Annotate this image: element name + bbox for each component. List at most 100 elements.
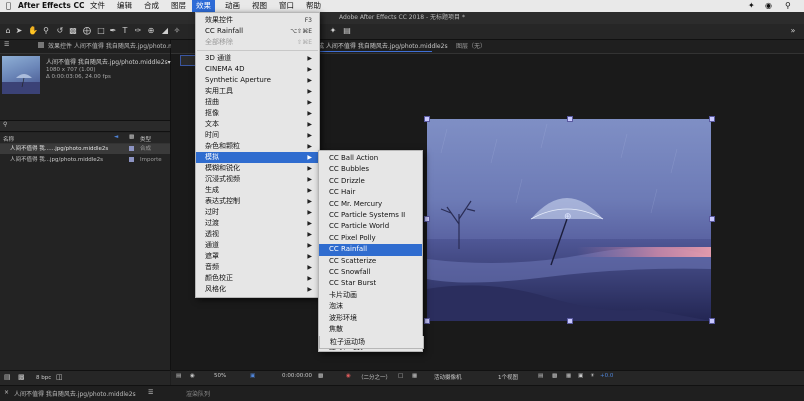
type-tool-icon[interactable]: T: [120, 26, 130, 36]
menu-composition[interactable]: 合成: [140, 0, 163, 12]
resolution-dropdown[interactable]: （二分之一）: [358, 373, 391, 381]
delete-icon[interactable]: ◫: [56, 373, 63, 381]
current-time[interactable]: 0:00:00:00: [282, 373, 312, 379]
menu-item-time[interactable]: 时间 ▶: [196, 130, 319, 141]
search-icon[interactable]: ⚲: [785, 1, 791, 10]
menu-item-color-correction[interactable]: 颜色校正 ▶: [196, 273, 319, 284]
toggle-pixel-aspect-icon[interactable]: ▤: [538, 373, 543, 379]
camera-tool-icon[interactable]: ▩: [68, 26, 78, 36]
panel-menu-icon[interactable]: ☰: [4, 41, 9, 48]
eraser-tool-icon[interactable]: ◢: [160, 26, 170, 36]
column-name[interactable]: 名称: [3, 135, 14, 143]
flowchart-icon[interactable]: ▣: [578, 373, 583, 379]
menu-window[interactable]: 窗口: [275, 0, 298, 12]
transform-handle[interactable]: [567, 116, 573, 122]
snapping-options-icon[interactable]: ▤: [342, 26, 352, 36]
project-row[interactable]: 人间不值得 我......jpg/photo.middle2s 合成: [0, 144, 170, 154]
close-tab-icon[interactable]: ×: [4, 389, 9, 396]
menu-item-3d-channel[interactable]: 3D 通道 ▶: [196, 53, 319, 64]
camera-dropdown[interactable]: 活动摄像机: [434, 373, 462, 381]
region-of-interest-icon[interactable]: □: [398, 373, 403, 379]
submenu-item-cc-rainfall[interactable]: CC Rainfall: [319, 244, 422, 256]
menu-item-obsolete[interactable]: 过时 ▶: [196, 207, 319, 218]
menu-item-simulation[interactable]: 模拟 ▶: [196, 152, 319, 163]
submenu-item-cc-hair[interactable]: CC Hair: [319, 187, 422, 198]
rectangle-tool-icon[interactable]: □: [96, 26, 106, 36]
pan-behind-tool-icon[interactable]: ⨁: [82, 26, 92, 36]
menu-file[interactable]: 文件: [86, 0, 109, 12]
menu-help[interactable]: 帮助: [302, 0, 325, 12]
menu-item-transition[interactable]: 过渡 ▶: [196, 218, 319, 229]
composition-tab[interactable]: 合成 人间不值得 我自随风去.jpg/photo.middle2s: [312, 41, 448, 50]
anchor-point-icon[interactable]: ⊕: [564, 212, 572, 222]
reset-exposure-icon[interactable]: ☀: [590, 373, 595, 379]
menu-item-noise-grain[interactable]: 杂色和颗粒 ▶: [196, 141, 319, 152]
submenu-item-card-dance[interactable]: 卡片动画: [319, 290, 422, 301]
wifi-icon[interactable]: ◉: [765, 1, 772, 10]
zoom-tool-icon[interactable]: ⚲: [41, 26, 51, 36]
submenu-item-caustics[interactable]: 焦散: [319, 324, 422, 335]
zoom-dropdown[interactable]: 50%: [214, 373, 226, 379]
submenu-item-cc-ball-action[interactable]: CC Ball Action: [319, 153, 422, 164]
brush-tool-icon[interactable]: ✑: [133, 26, 143, 36]
menu-item-keying[interactable]: 抠像 ▶: [196, 108, 319, 119]
roto-brush-tool-icon[interactable]: ✧: [172, 26, 182, 36]
transform-handle[interactable]: [709, 116, 715, 122]
transform-handle[interactable]: [424, 216, 430, 222]
submenu-item-cc-snowfall[interactable]: CC Snowfall: [319, 267, 422, 278]
timeline-icon[interactable]: ▦: [566, 373, 571, 379]
menu-item-text[interactable]: 文本 ▶: [196, 119, 319, 130]
rotate-tool-icon[interactable]: ↺: [55, 26, 65, 36]
transform-handle[interactable]: [709, 318, 715, 324]
menu-item-utility[interactable]: 实用工具 ▶: [196, 86, 319, 97]
menu-animation[interactable]: 动画: [221, 0, 244, 12]
camera-snapshot-icon[interactable]: ▩: [318, 373, 323, 379]
transform-handle[interactable]: [424, 318, 430, 324]
menu-item-effect-controls[interactable]: 效果控件 F3: [196, 15, 319, 26]
submenu-item-cc-scatterize[interactable]: CC Scatterize: [319, 256, 422, 267]
submenu-item-cc-mr-mercury[interactable]: CC Mr. Mercury: [319, 199, 422, 210]
selection-tool-icon[interactable]: ➤: [14, 26, 24, 36]
interpret-footage-icon[interactable]: ▤: [4, 373, 11, 381]
menu-item-generate[interactable]: 生成 ▶: [196, 185, 319, 196]
menu-item-audio[interactable]: 音频 ▶: [196, 262, 319, 273]
menu-item-channel[interactable]: 通道 ▶: [196, 240, 319, 251]
views-dropdown[interactable]: 1个视图: [498, 373, 518, 381]
menu-item-immersive-video[interactable]: 沉浸式视频 ▶: [196, 174, 319, 185]
hand-tool-icon[interactable]: ✋: [28, 26, 38, 36]
fast-previews-icon[interactable]: ▩: [552, 373, 557, 379]
tab-menu-icon[interactable]: ☰: [148, 389, 153, 396]
menu-app-name[interactable]: After Effects CC: [14, 0, 88, 12]
always-preview-icon[interactable]: ▤: [176, 373, 181, 379]
comment-column-icon[interactable]: ▩: [129, 134, 134, 140]
menu-effect[interactable]: 效果: [192, 0, 215, 12]
submenu-item-foam[interactable]: 泡沫: [319, 301, 422, 312]
submenu-item-wave-world[interactable]: 波形环境: [319, 313, 422, 324]
new-folder-icon[interactable]: ▩: [18, 373, 25, 381]
menu-item-blur-sharpen[interactable]: 模糊和锐化 ▶: [196, 163, 319, 174]
menu-item-expression-controls[interactable]: 表达式控制 ▶: [196, 196, 319, 207]
menu-item-matte[interactable]: 遮罩 ▶: [196, 251, 319, 262]
label-color-swatch[interactable]: [129, 146, 134, 151]
project-search-field[interactable]: [0, 120, 170, 132]
menu-item-stylize[interactable]: 风格化 ▶: [196, 284, 319, 295]
transform-handle[interactable]: [709, 216, 715, 222]
show-channel-icon[interactable]: ◉: [346, 373, 351, 379]
home-icon[interactable]: ⌂: [3, 26, 13, 36]
submenu-item-cc-particle-systems-ii[interactable]: CC Particle Systems II: [319, 210, 422, 221]
workspace-menu-icon[interactable]: »: [788, 26, 798, 36]
menu-view[interactable]: 视图: [248, 0, 271, 12]
transparency-grid-icon[interactable]: ▦: [412, 373, 417, 379]
pen-tool-icon[interactable]: ✒: [108, 26, 118, 36]
column-type[interactable]: 类型: [140, 135, 151, 143]
clone-stamp-tool-icon[interactable]: ⊕: [146, 26, 156, 36]
menu-item-distort[interactable]: 扭曲 ▶: [196, 97, 319, 108]
submenu-item-cc-particle-world[interactable]: CC Particle World: [319, 221, 422, 232]
search-icon[interactable]: ⚲: [3, 121, 7, 128]
transform-handle[interactable]: [424, 116, 430, 122]
menu-item-perspective[interactable]: 透视 ▶: [196, 229, 319, 240]
snap-icon[interactable]: ✦: [328, 26, 338, 36]
project-row[interactable]: 人间不值得 我...jpg/photo.middle2s Importe: [0, 155, 170, 165]
menu-edit[interactable]: 编辑: [113, 0, 136, 12]
menu-item-cinema-4d[interactable]: CINEMA 4D ▶: [196, 64, 319, 75]
